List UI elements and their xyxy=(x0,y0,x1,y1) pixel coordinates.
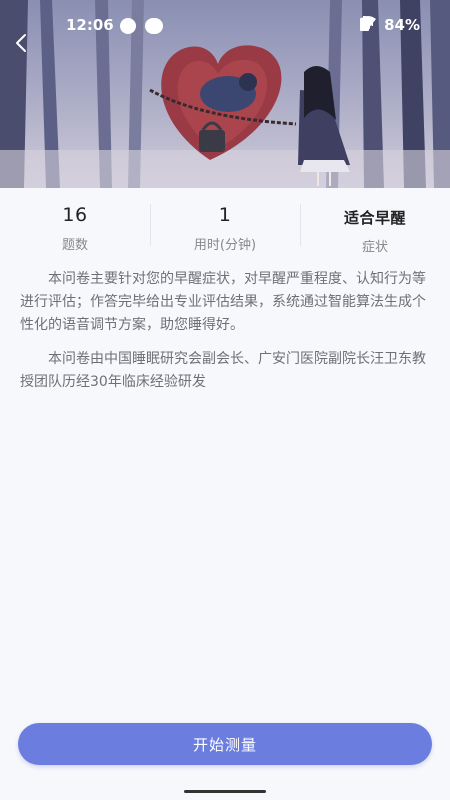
stat-label: 症状 xyxy=(361,240,388,255)
stat-value: 16 xyxy=(62,204,88,226)
notification-icon xyxy=(120,18,136,34)
chevron-left-icon xyxy=(16,34,26,52)
status-time: 12:06 xyxy=(66,16,114,34)
start-measurement-button[interactable]: 开始测量 xyxy=(18,723,432,765)
header-illustration: 12:06 84% xyxy=(0,0,450,188)
status-bar: 12:06 84% xyxy=(0,0,450,52)
back-button[interactable] xyxy=(14,33,42,61)
stats-row: 16 题数 1 用时(分钟) 适合早醒 症状 xyxy=(0,188,450,264)
stat-value: 适合早醒 xyxy=(343,209,406,227)
stat-label: 用时(分钟) xyxy=(193,238,257,253)
stat-duration: 1 用时(分钟) xyxy=(150,188,300,264)
description-paragraph: 本问卷由中国睡眠研究会副会长、广安门医院副院长汪卫东教授团队历经30年临床经验研… xyxy=(20,351,426,390)
stat-symptom: 适合早醒 症状 xyxy=(300,188,450,264)
stat-question-count: 16 题数 xyxy=(0,188,150,264)
message-icon xyxy=(145,18,163,34)
battery-percent: 84% xyxy=(384,16,420,34)
questionnaire-description: 本问卷主要针对您的早醒症状，对早醒严重程度、认知行为等进行评估；作答完毕给出专业… xyxy=(20,268,432,405)
home-indicator[interactable] xyxy=(184,790,266,793)
stat-value: 1 xyxy=(218,204,232,226)
stat-label: 题数 xyxy=(61,238,88,253)
description-paragraph: 本问卷主要针对您的早醒症状，对早醒严重程度、认知行为等进行评估；作答完毕给出专业… xyxy=(20,271,426,333)
